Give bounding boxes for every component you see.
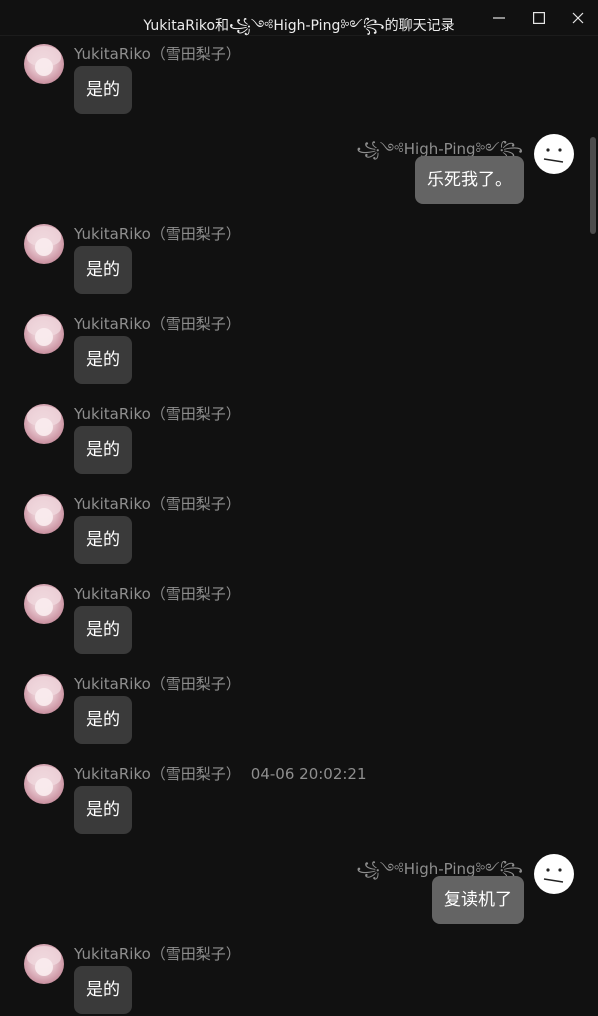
sender-name: YukitaRiko（雪田梨子）	[74, 945, 241, 963]
anime-girl-avatar[interactable]	[24, 584, 64, 624]
sender-name: YukitaRiko（雪田梨子）	[74, 495, 241, 513]
minimize-button[interactable]	[479, 0, 519, 35]
neutral-face-icon	[543, 868, 564, 883]
message-row: YukitaRiko（雪田梨子） 是的	[0, 216, 598, 306]
sender-meta: YukitaRiko（雪田梨子）	[74, 583, 241, 604]
sender-name: YukitaRiko（雪田梨子）	[74, 315, 241, 333]
sender-meta: YukitaRiko（雪田梨子）	[74, 403, 241, 424]
sender-meta: YukitaRiko（雪田梨子）	[74, 493, 241, 514]
close-button[interactable]	[558, 0, 598, 35]
anime-girl-avatar[interactable]	[24, 314, 64, 354]
message-bubble[interactable]: 是的	[74, 516, 132, 564]
title-bar: YukitaRiko和꧁༺High-Ping༻꧂的聊天记录	[0, 0, 598, 36]
neutral-face-avatar[interactable]	[534, 134, 574, 174]
message-row: YukitaRiko（雪田梨子） 是的	[0, 936, 598, 1016]
message-row: ꧁༺High-Ping༻꧂ 乐死我了。	[0, 36, 598, 216]
anime-girl-avatar[interactable]	[24, 404, 64, 444]
message-bubble[interactable]: 是的	[74, 966, 132, 1014]
scrollbar-thumb[interactable]	[590, 137, 596, 234]
message-bubble[interactable]: 是的	[74, 696, 132, 744]
message-row: YukitaRiko（雪田梨子） 是的	[0, 576, 598, 666]
sender-name: YukitaRiko（雪田梨子）	[74, 225, 241, 243]
sender-meta: YukitaRiko（雪田梨子）	[74, 223, 241, 244]
message-row: YukitaRiko（雪田梨子） 是的	[0, 396, 598, 486]
anime-girl-avatar[interactable]	[24, 494, 64, 534]
minimize-icon	[493, 16, 505, 19]
sender-meta: YukitaRiko（雪田梨子）	[74, 313, 241, 334]
anime-girl-avatar[interactable]	[24, 944, 64, 984]
sender-meta: YukitaRiko（雪田梨子）	[74, 943, 241, 964]
maximize-button[interactable]	[519, 0, 559, 35]
message-bubble[interactable]: 是的	[74, 246, 132, 294]
sender-name: YukitaRiko（雪田梨子）	[74, 675, 241, 693]
anime-girl-avatar[interactable]	[24, 224, 64, 264]
neutral-face-avatar[interactable]	[534, 854, 574, 894]
close-icon	[572, 12, 584, 23]
anime-girl-avatar[interactable]	[24, 674, 64, 714]
message-bubble[interactable]: 是的	[74, 606, 132, 654]
chat-history[interactable]: YukitaRiko（雪田梨子） 是的 ꧁༺High-Ping༻꧂ 乐死我了。 …	[0, 36, 598, 1016]
message-row: YukitaRiko（雪田梨子） 是的	[0, 486, 598, 576]
message-row: YukitaRiko（雪田梨子） 是的	[0, 306, 598, 396]
message-bubble[interactable]: 是的	[74, 336, 132, 384]
message-bubble[interactable]: 是的	[74, 426, 132, 474]
sender-name: YukitaRiko（雪田梨子）	[74, 405, 241, 423]
message-row: ꧁༺High-Ping༻꧂ 复读机了	[0, 756, 598, 936]
sender-name: YukitaRiko（雪田梨子）	[74, 585, 241, 603]
message-bubble[interactable]: 乐死我了。	[415, 156, 524, 204]
message-bubble[interactable]: 复读机了	[432, 876, 524, 924]
sender-meta: YukitaRiko（雪田梨子）	[74, 673, 241, 694]
maximize-icon	[533, 11, 545, 24]
neutral-face-icon	[543, 148, 564, 163]
message-row: YukitaRiko（雪田梨子） 是的	[0, 666, 598, 756]
